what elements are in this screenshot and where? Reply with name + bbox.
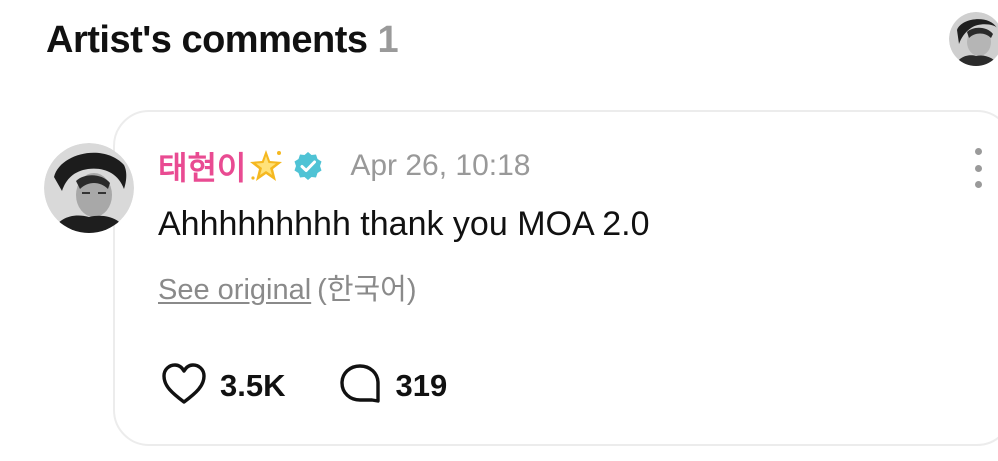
artist-comments-page: Artist's comments 1 태현이 Apr 26, 10:18 Ah…	[0, 0, 998, 461]
menu-dot	[974, 148, 982, 155]
comment-count: 1	[377, 19, 399, 61]
menu-dot	[974, 181, 982, 188]
see-original-link[interactable]: See original	[158, 274, 311, 306]
menu-dot	[974, 164, 982, 172]
verified-badge-icon	[292, 150, 324, 182]
comment-text: Ahhhhhhhhh thank you MOA 2.0	[158, 205, 650, 243]
sparkle-star-icon	[248, 148, 284, 184]
user-avatar-icon	[44, 143, 134, 233]
section-title-label: Artist's comments	[46, 19, 368, 61]
comment-actions: 3.5K 319	[160, 362, 447, 410]
comment-header: 태현이 Apr 26, 10:18	[158, 144, 530, 188]
comment-bubble-icon	[337, 362, 383, 411]
reply-count: 319	[395, 368, 448, 403]
reply-button[interactable]: 319	[337, 362, 447, 411]
more-vertical-icon[interactable]	[966, 148, 990, 188]
like-count: 3.5K	[220, 368, 286, 403]
user-avatar-icon	[949, 12, 998, 66]
heart-icon	[160, 362, 208, 411]
comment-timestamp: Apr 26, 10:18	[350, 149, 531, 182]
original-language: (한국어)	[317, 274, 417, 306]
author-name[interactable]: 태현이	[158, 143, 246, 189]
translation-row: See original (한국어)	[158, 270, 417, 310]
like-button[interactable]: 3.5K	[160, 362, 285, 411]
header-avatar[interactable]	[949, 12, 998, 66]
comment-author-avatar[interactable]	[44, 143, 134, 233]
section-title: Artist's comments 1	[46, 16, 399, 64]
